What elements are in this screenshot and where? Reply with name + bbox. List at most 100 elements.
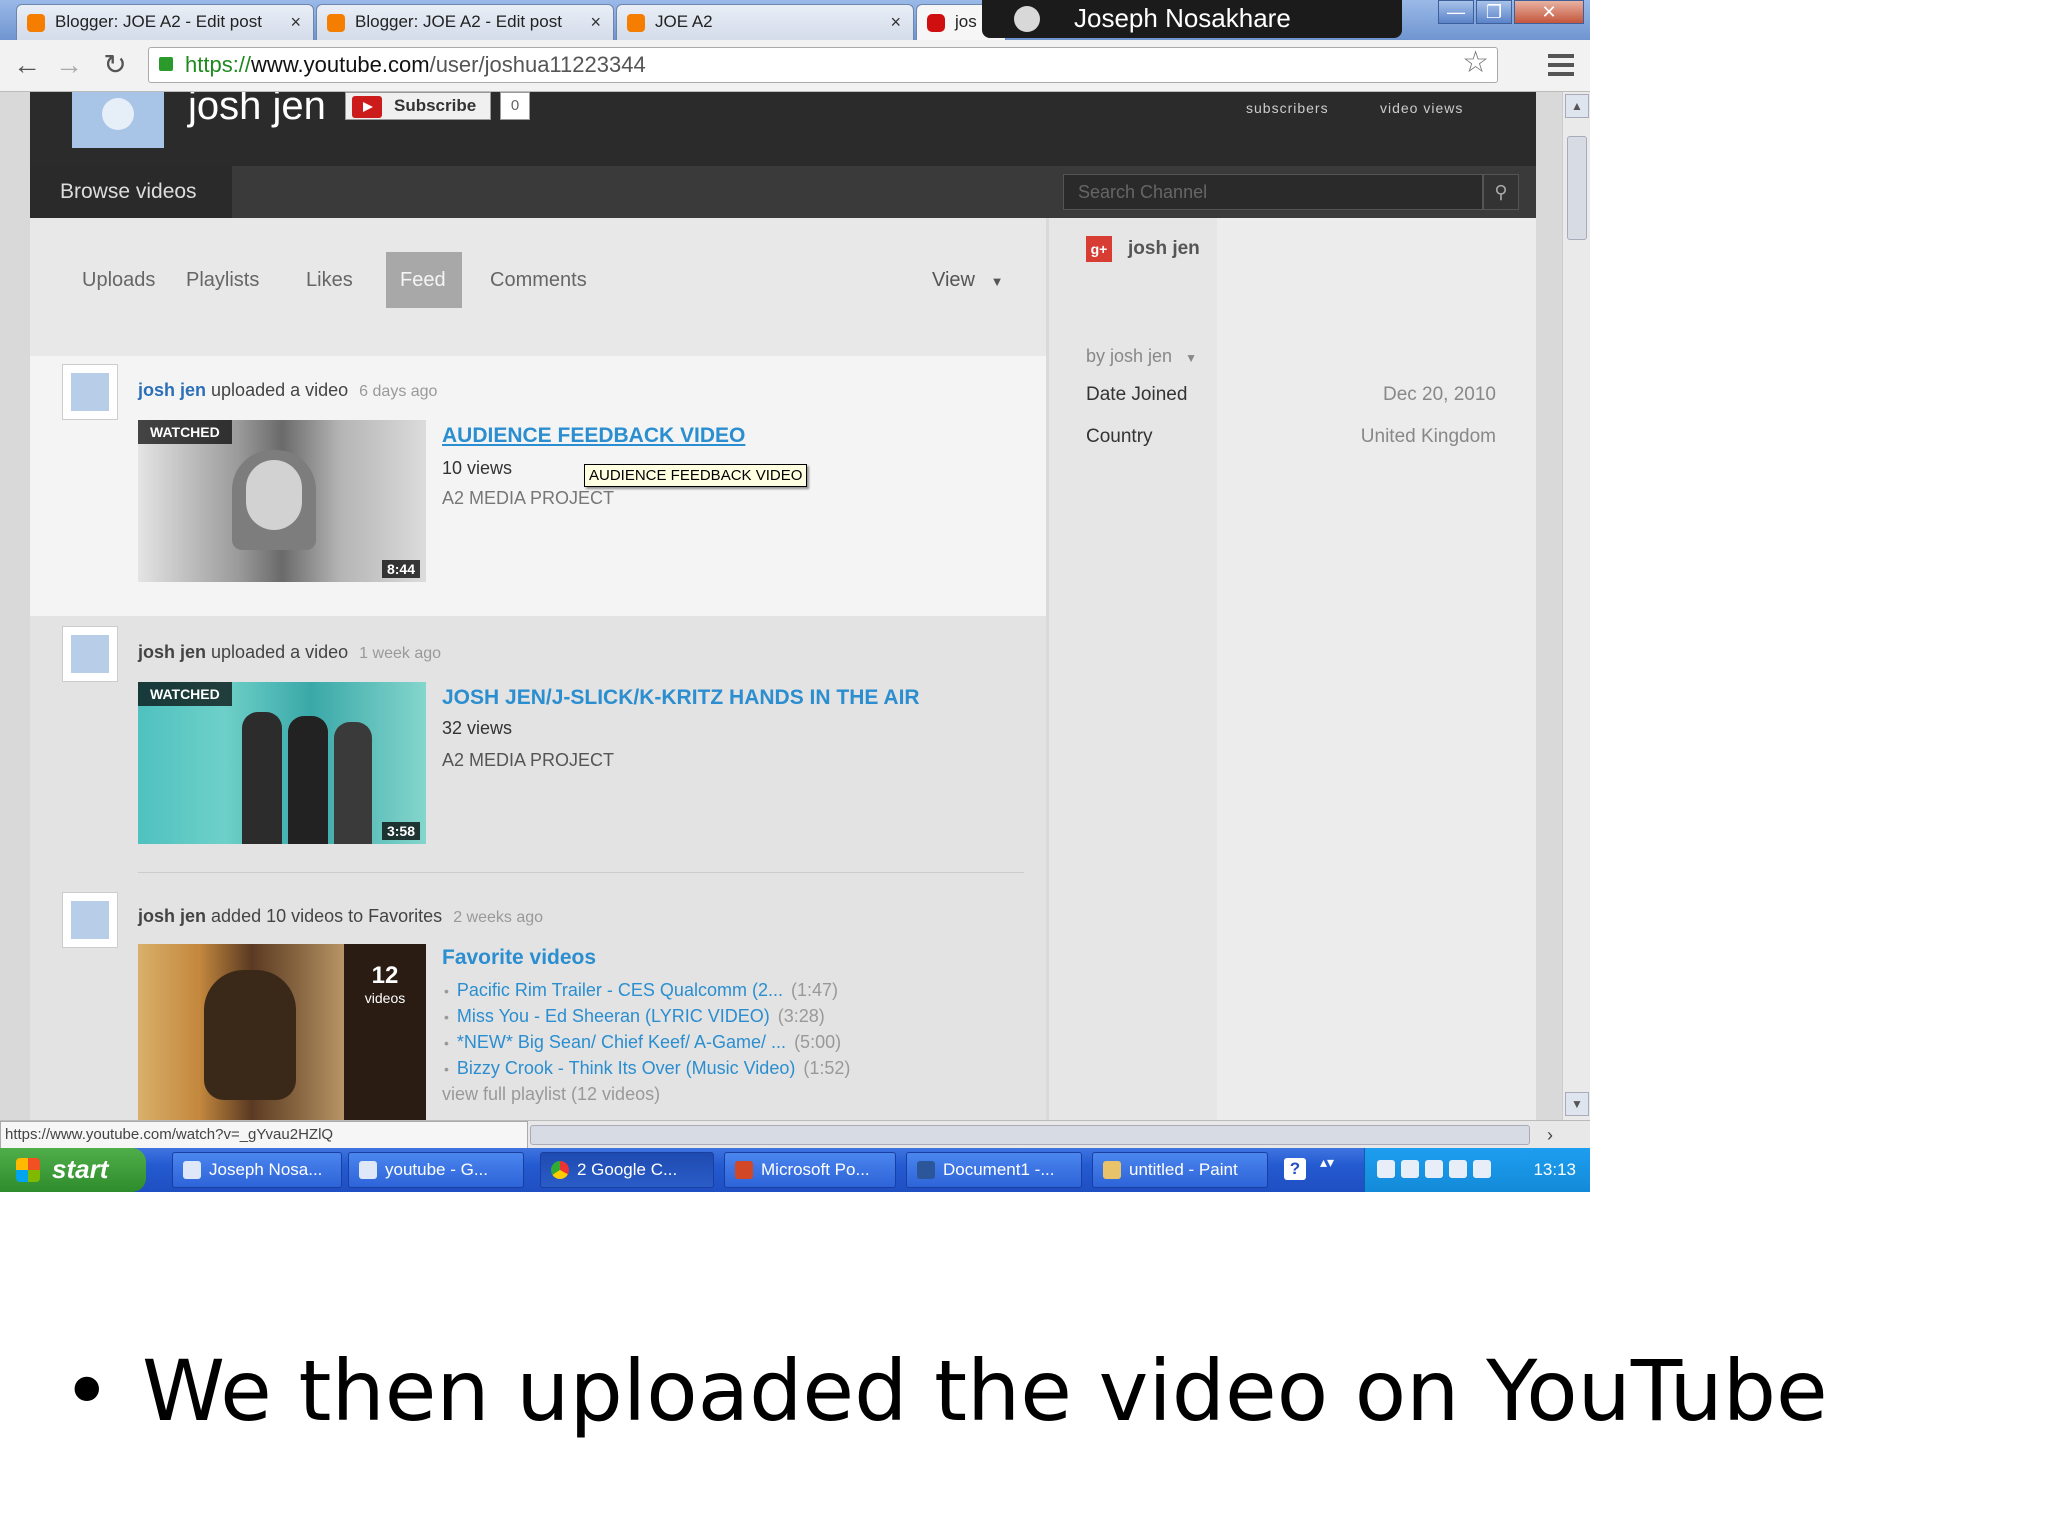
playlist-item[interactable]: *NEW* Big Sean/ Chief Keef/ A-Game/ ... (… [444, 1032, 841, 1053]
google-plus-icon[interactable]: g+ [1086, 236, 1112, 262]
date-joined-value: Dec 20, 2010 [1382, 384, 1496, 405]
subscribers-stat: subscribers [1246, 100, 1329, 116]
channel-nav-bar: Browse videos Search Channel ⚲ [30, 166, 1536, 218]
close-window-button[interactable]: ✕ [1514, 0, 1584, 24]
channel-tabs: Uploads Playlists Likes Feed Comments Vi… [30, 218, 1046, 356]
tab-title: jos [955, 12, 977, 31]
start-button[interactable]: start [0, 1148, 146, 1192]
tab-comments[interactable]: Comments [476, 252, 601, 308]
blogger-icon [327, 14, 345, 32]
tooltip: AUDIENCE FEEDBACK VIDEO [584, 464, 808, 487]
profile-badge[interactable]: Joseph Nosakhare [982, 0, 1402, 38]
country-value: United Kingdom [1360, 426, 1496, 447]
bookmark-star-icon[interactable]: ☆ [1462, 46, 1489, 80]
thumbnail-figure [204, 970, 296, 1100]
playlist-item[interactable]: Pacific Rim Trailer - CES Qualcomm (2...… [444, 980, 838, 1001]
taskbar-item[interactable]: untitled - Paint [1092, 1152, 1268, 1188]
volume-icon[interactable] [1401, 1160, 1419, 1178]
back-arrow-icon[interactable]: ← [10, 48, 44, 82]
close-tab-icon[interactable]: × [890, 5, 901, 39]
browse-videos-button[interactable]: Browse videos [30, 166, 232, 218]
taskbar-item[interactable]: youtube - G... [348, 1152, 524, 1188]
video-thumbnail[interactable]: WATCHED 3:58 [138, 682, 426, 844]
reload-icon[interactable]: ↻ [98, 48, 132, 82]
close-tab-icon[interactable]: × [290, 5, 301, 39]
taskbar-item[interactable]: Document1 -... [906, 1152, 1082, 1188]
chrome-menu-icon[interactable] [1548, 54, 1574, 76]
url-path: /user/joshua11223344 [429, 52, 646, 77]
expand-tray-icon[interactable]: ▴▾ [1318, 1154, 1336, 1184]
feed-timestamp: 6 days ago [359, 383, 438, 400]
search-icon[interactable]: ⚲ [1483, 174, 1519, 210]
youtube-channel-page: josh jen Subscribe 0 subscribers video v… [0, 92, 1562, 1120]
sidebar-channel-name[interactable]: josh jen [1128, 238, 1200, 260]
taskbar-item[interactable]: Joseph Nosa... [172, 1152, 342, 1188]
user-avatar[interactable] [62, 892, 118, 948]
forward-arrow-icon[interactable]: → [52, 48, 86, 82]
feed-user-link[interactable]: josh jen [138, 380, 206, 400]
scroll-down-icon[interactable]: ▼ [1565, 1092, 1589, 1116]
by-user-dropdown[interactable]: by josh jen ▼ [1086, 346, 1197, 367]
help-icon[interactable]: ? [1284, 1158, 1306, 1180]
tab-uploads[interactable]: Uploads [68, 252, 169, 308]
video-title-link[interactable]: JOSH JEN/J-SLICK/K-KRITZ HANDS IN THE AI… [442, 686, 920, 710]
view-dropdown[interactable]: View ▼ [932, 252, 1003, 308]
tab-title: Blogger: JOE A2 - Edit post [355, 12, 562, 31]
close-tab-icon[interactable]: × [590, 5, 601, 39]
playlist-item-duration: (1:47) [790, 980, 838, 1000]
playlist-item-title: Bizzy Crook - Think Its Over (Music Vide… [456, 1058, 796, 1078]
taskbar-item-label: youtube - G... [385, 1160, 488, 1179]
tab-likes[interactable]: Likes [292, 252, 367, 308]
channel-name: josh jen [188, 92, 326, 128]
browser-tab[interactable]: Blogger: JOE A2 - Edit post × [316, 4, 614, 40]
video-thumbnail[interactable]: WATCHED 8:44 [138, 420, 426, 582]
security-shield-icon[interactable] [1473, 1160, 1491, 1178]
country-label: Country [1086, 426, 1153, 447]
video-owner[interactable]: A2 MEDIA PROJECT [442, 488, 614, 509]
browser-tab[interactable]: Blogger: JOE A2 - Edit post × [16, 4, 314, 40]
playlist-item[interactable]: Bizzy Crook - Think Its Over (Music Vide… [444, 1058, 850, 1079]
playlist-item[interactable]: Miss You - Ed Sheeran (LYRIC VIDEO) (3:28… [444, 1006, 825, 1027]
playlist-title-link[interactable]: Favorite videos [442, 946, 596, 970]
url-host: www.youtube.com [251, 52, 430, 77]
by-user-label: by josh jen [1086, 346, 1173, 366]
user-icon [183, 1161, 201, 1179]
subscribe-button[interactable]: Subscribe [345, 92, 491, 120]
video-title-link[interactable]: AUDIENCE FEEDBACK VIDEO [442, 424, 745, 448]
playlist-count: 12 videos [344, 944, 426, 1120]
chrome-icon [551, 1161, 569, 1179]
feed-user-link[interactable]: josh jen [138, 642, 206, 662]
vertical-scrollbar[interactable]: ▲ ▼ [1562, 92, 1590, 1120]
messenger-icon[interactable] [1377, 1160, 1395, 1178]
address-bar[interactable]: https://www.youtube.com/user/joshua11223… [148, 46, 1498, 83]
user-avatar[interactable] [62, 626, 118, 682]
scroll-up-icon[interactable]: ▲ [1565, 94, 1589, 118]
taskbar-item[interactable]: Microsoft Po... [724, 1152, 896, 1188]
url-scheme: https:// [185, 52, 252, 77]
blogger-icon [27, 14, 45, 32]
user-avatar[interactable] [62, 364, 118, 420]
channel-avatar[interactable] [72, 92, 164, 148]
taskbar-item-label: Microsoft Po... [761, 1160, 870, 1179]
feed-user-link[interactable]: josh jen [138, 906, 206, 926]
tab-title: JOE A2 [655, 12, 713, 31]
tab-feed[interactable]: Feed [386, 252, 462, 308]
browser-tab[interactable]: JOE A2 × [616, 4, 914, 40]
taskbar-item-active[interactable]: 2 Google C... [540, 1152, 714, 1188]
network-icon[interactable] [1425, 1160, 1443, 1178]
tray-app-icon[interactable] [1449, 1160, 1467, 1178]
scroll-right-icon[interactable]: › [1538, 1123, 1562, 1147]
video-owner[interactable]: A2 MEDIA PROJECT [442, 750, 614, 771]
minimize-button[interactable]: — [1438, 0, 1474, 24]
paint-icon [1103, 1161, 1121, 1179]
view-full-playlist-link[interactable]: view full playlist (12 videos) [442, 1084, 660, 1105]
horizontal-scrollbar-thumb[interactable] [530, 1125, 1530, 1145]
search-channel-input[interactable]: Search Channel [1063, 174, 1483, 210]
tab-playlists[interactable]: Playlists [172, 252, 273, 308]
playlist-item-duration: (1:52) [803, 1058, 851, 1078]
slide-caption: • We then uploaded the video on YouTube [62, 1342, 1828, 1440]
scrollbar-thumb[interactable] [1567, 136, 1587, 240]
playlist-count-label: videos [364, 990, 406, 1006]
restore-button[interactable]: ❐ [1476, 0, 1512, 24]
playlist-thumbnail[interactable]: 12 videos [138, 944, 426, 1120]
